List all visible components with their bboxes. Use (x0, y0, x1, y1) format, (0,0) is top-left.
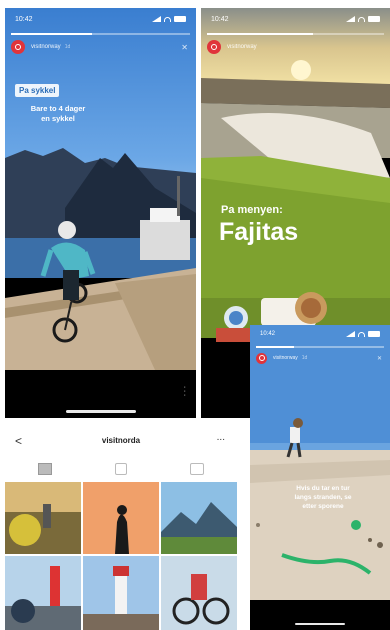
grid-thumbnail[interactable] (83, 556, 159, 630)
wifi-icon (358, 16, 365, 22)
grid-icon[interactable] (38, 463, 52, 475)
account-avatar[interactable] (11, 40, 25, 54)
account-avatar[interactable] (207, 40, 221, 54)
profile-username: visitnorda (101, 436, 141, 445)
caption-line: Bare to 4 dager (30, 104, 86, 113)
grid-thumbnail[interactable] (5, 482, 81, 554)
battery-icon (174, 16, 186, 22)
signal-icon (346, 16, 355, 22)
story-header: visitnorway 1d ✕ (256, 349, 382, 367)
grid-thumbnail[interactable] (5, 556, 81, 630)
home-indicator (65, 410, 136, 413)
signal-icon (346, 331, 355, 337)
status-icons (346, 331, 380, 337)
status-icons (346, 16, 380, 22)
caption-line: en sykkel (41, 113, 75, 123)
status-time: 10:42 (260, 331, 276, 337)
profile-screen: < visitnorda ... (5, 422, 237, 630)
profile-header: < visitnorda ... (5, 422, 237, 458)
battery-icon (368, 16, 380, 22)
wifi-icon (358, 331, 365, 337)
story-header: visitnorway 1d ✕ (11, 38, 188, 56)
caption-line: langs stranden, se (294, 493, 352, 501)
battery-icon (368, 331, 380, 337)
account-name[interactable]: visitnorway (31, 44, 61, 50)
signal-icon (152, 16, 161, 22)
account-avatar[interactable] (256, 352, 267, 364)
story-screen-cycling[interactable]: 10:42 visitnorway 1d ✕ Pa sykkel Bare to… (5, 8, 196, 418)
story-caption: Bare to 4 dager en sykkel (13, 104, 103, 124)
status-bar: 10:42 (250, 325, 390, 343)
close-icon[interactable]: ✕ (181, 43, 188, 52)
wifi-icon (164, 16, 171, 22)
tagged-icon[interactable] (190, 463, 204, 475)
account-name[interactable]: visitnorway (227, 44, 257, 50)
story-header: visitnorway (207, 38, 382, 56)
story-progress-bar (207, 33, 384, 35)
story-screen-beach[interactable]: 10:42 visitnorway 1d ✕ Hvis du tar en tu… (250, 325, 390, 630)
caption-line: etter sporene (302, 502, 344, 510)
more-icon[interactable]: ... (217, 432, 225, 443)
account-name[interactable]: visitnorway (273, 355, 298, 361)
grid-thumbnail[interactable] (161, 482, 237, 554)
grid-thumbnail[interactable] (83, 482, 159, 554)
status-icons (152, 16, 186, 22)
story-title: Fajitas (219, 218, 299, 246)
status-time: 10:42 (211, 15, 229, 23)
grid-thumbnail[interactable] (161, 556, 237, 630)
story-time-ago: 1d (64, 44, 71, 50)
home-indicator (295, 623, 345, 625)
profile-tabs (5, 458, 237, 480)
story-caption: Hvis du tar en tur langs stranden, se et… (278, 485, 368, 511)
story-image-beach (250, 325, 390, 630)
story-time-ago: 1d (301, 355, 308, 361)
close-icon[interactable]: ✕ (377, 355, 382, 362)
story-tag: Pa sykkel (15, 84, 60, 97)
reels-icon[interactable] (115, 463, 127, 475)
status-bar: 10:42 (201, 8, 390, 30)
status-bar: 10:42 (5, 8, 196, 30)
story-kicker: Pa menyen: (221, 204, 283, 216)
status-time: 10:42 (15, 15, 33, 23)
caption-line: Hvis du tar en tur (296, 485, 350, 492)
more-icon[interactable]: · · · (184, 384, 186, 399)
story-image-cycling (5, 8, 196, 418)
story-progress-bar (256, 346, 384, 348)
story-progress-bar (11, 33, 190, 35)
